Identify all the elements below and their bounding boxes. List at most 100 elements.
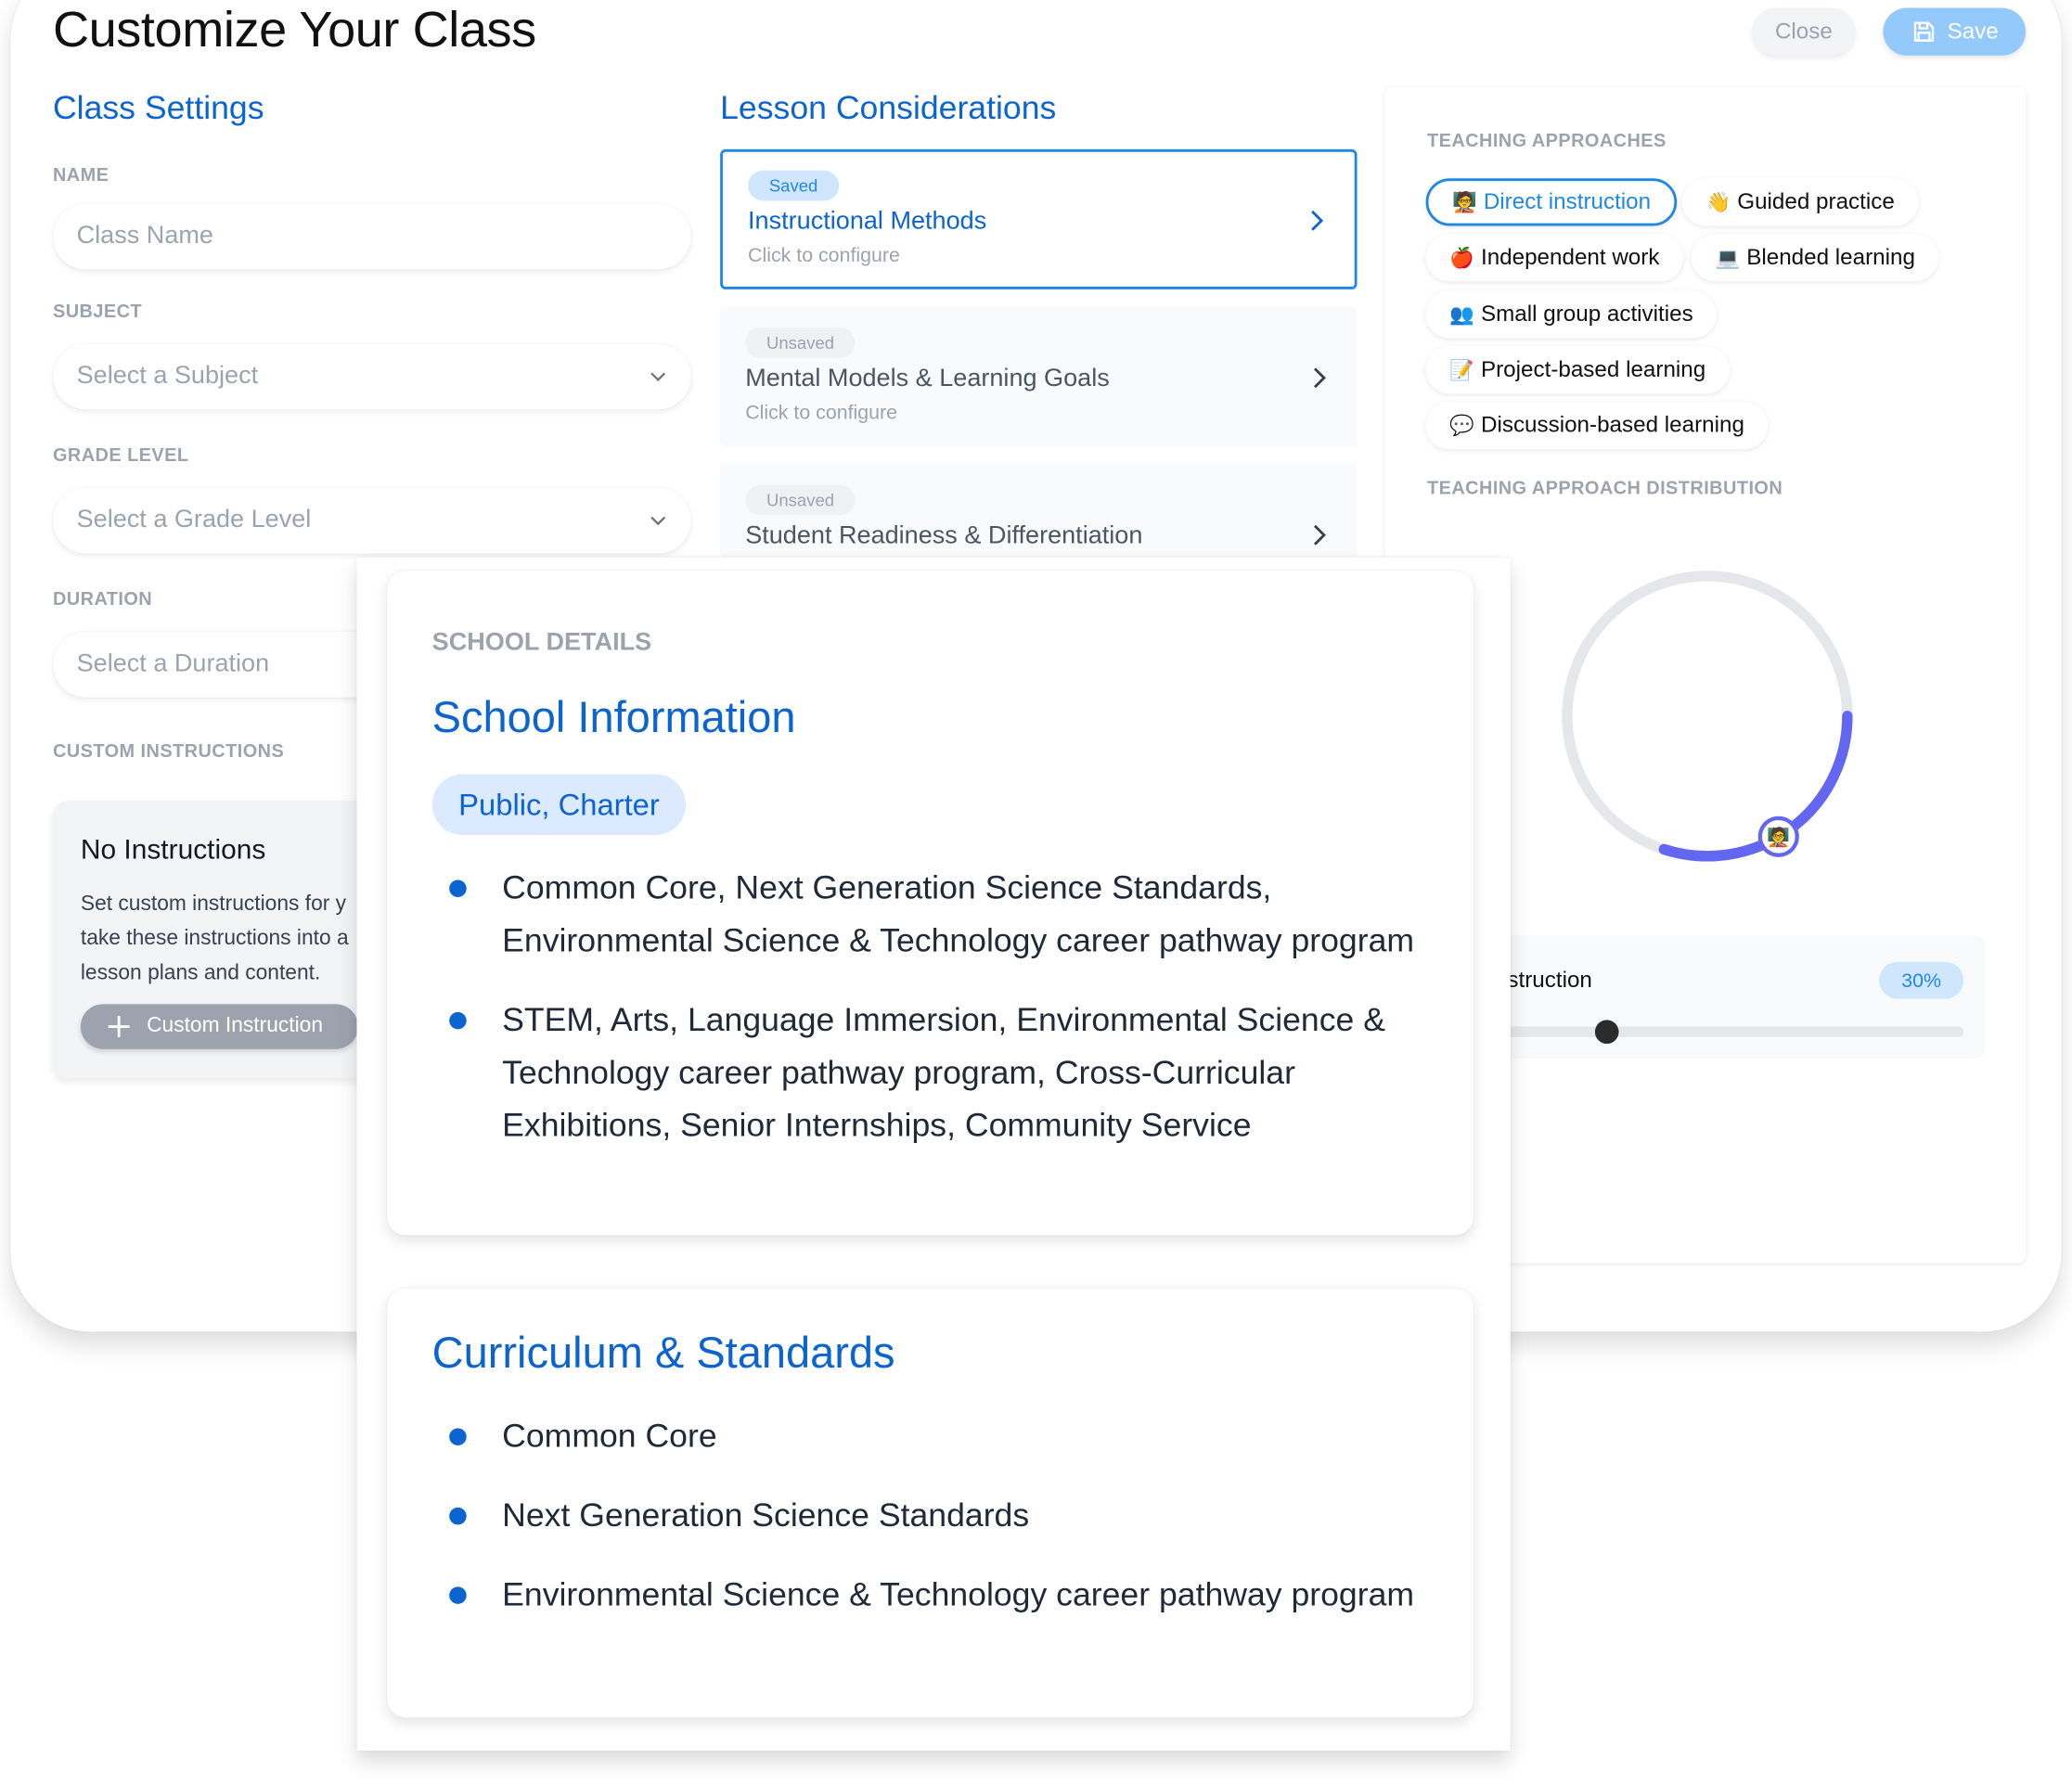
distribution-ring: 🧑‍🏫 <box>1562 571 1853 862</box>
status-badge: Unsaved <box>745 327 856 358</box>
chevron-right-icon <box>1311 210 1324 231</box>
duration-label: DURATION <box>52 587 153 610</box>
list-item-text: Next Generation Science Standards <box>502 1496 1030 1535</box>
chip-label: Guided practice <box>1737 188 1895 214</box>
status-badge: Unsaved <box>745 484 856 516</box>
teacher-icon: 🧑‍🏫 <box>1452 191 1477 214</box>
stage: Customize Your Class Close Save Class Se… <box>0 0 2072 1785</box>
close-button-label: Close <box>1774 18 1833 44</box>
chevron-down-icon <box>650 372 666 382</box>
list-item: Common Core <box>432 1410 1436 1463</box>
chevron-down-icon <box>650 516 666 526</box>
chip-direct-instruction[interactable]: 🧑‍🏫 Direct instruction <box>1425 178 1678 226</box>
save-icon <box>1913 21 1934 42</box>
chip-label: Blended learning <box>1746 244 1915 270</box>
save-button-label: Save <box>1947 18 1999 44</box>
chip-label: Discussion-based learning <box>1480 412 1744 438</box>
school-type-badge: Public, Charter <box>431 774 687 836</box>
chip-small-group-activities[interactable]: 👥 Small group activities <box>1425 290 1718 339</box>
chip-label: Direct instruction <box>1483 188 1652 214</box>
list-item-text: STEM, Arts, Language Immersion, Environm… <box>502 1001 1385 1145</box>
school-information-title: School Information <box>431 692 796 741</box>
waving-hand-icon: 👋 <box>1705 191 1731 214</box>
apple-icon: 🍎 <box>1449 247 1474 270</box>
bullet-dot <box>449 880 467 897</box>
lesson-considerations-heading: Lesson Considerations <box>720 89 1057 127</box>
plus-icon <box>108 1016 130 1037</box>
chip-discussion-based-learning[interactable]: 💬 Discussion-based learning <box>1425 401 1769 450</box>
distribution-heading: TEACHING APPROACH DISTRIBUTION <box>1427 477 1783 498</box>
name-label: NAME <box>52 163 109 186</box>
text-line: Set custom instructions for y <box>80 892 347 916</box>
chip-project-based-learning[interactable]: 📝 Project-based learning <box>1425 346 1730 394</box>
add-custom-instruction-label: Custom Instruction <box>147 1014 324 1037</box>
bullet-dot <box>449 1507 467 1525</box>
percentage-badge: 30% <box>1879 961 1964 999</box>
list-item: STEM, Arts, Language Immersion, Environm… <box>432 994 1436 1152</box>
lesson-item-subtitle: Click to configure <box>748 244 900 267</box>
subject-label: SUBJECT <box>52 300 143 322</box>
teaching-approaches-heading: TEACHING APPROACHES <box>1427 129 1667 151</box>
subject-select[interactable]: Select a Subject <box>52 343 691 410</box>
custom-instructions-panel: No Instructions Set custom instructions … <box>52 801 398 1079</box>
chip-label: Project-based learning <box>1480 356 1706 382</box>
grade-level-placeholder: Select a Grade Level <box>76 506 312 534</box>
lesson-item-student-readiness[interactable]: Unsaved Student Readiness & Differentiat… <box>720 463 1358 558</box>
ring-handle[interactable]: 🧑‍🏫 <box>1757 815 1799 857</box>
no-instructions-title: No Instructions <box>80 835 266 866</box>
speech-bubble-icon: 💬 <box>1449 415 1474 438</box>
class-name-placeholder: Class Name <box>76 222 213 250</box>
ring-arc-direct-instruction <box>1658 711 1853 862</box>
people-icon: 👥 <box>1449 303 1474 327</box>
lesson-item-instructional-methods[interactable]: Saved Instructional Methods Click to con… <box>720 148 1358 289</box>
save-button[interactable]: Save <box>1883 7 2027 56</box>
grade-level-select[interactable]: Select a Grade Level <box>52 487 691 554</box>
list-item-text: Common Core <box>502 1418 717 1455</box>
list-item-text: Common Core, Next Generation Science Sta… <box>502 869 1415 959</box>
chevron-right-icon <box>1313 367 1326 389</box>
school-details-list: Common Core, Next Generation Science Sta… <box>432 862 1436 1152</box>
lesson-item-title: Student Readiness & Differentiation <box>745 521 1143 550</box>
chip-blended-learning[interactable]: 💻 Blended learning <box>1691 234 1939 282</box>
bullet-dot <box>449 1428 467 1445</box>
curriculum-list: Common Core Next Generation Science Stan… <box>432 1410 1436 1622</box>
text-line: take these instructions into a <box>80 927 349 950</box>
grade-level-label: GRADE LEVEL <box>52 443 189 466</box>
lesson-item-title: Mental Models & Learning Goals <box>745 365 1110 392</box>
close-button[interactable]: Close <box>1752 7 1856 56</box>
text-line: lesson plans and content. <box>80 961 321 984</box>
chip-label: Independent work <box>1480 244 1660 270</box>
list-item-text: Environmental Science & Technology caree… <box>502 1575 1415 1613</box>
list-item: Next Generation Science Standards <box>432 1489 1436 1542</box>
no-instructions-text: Set custom instructions for y take these… <box>81 888 398 991</box>
status-badge: Saved <box>748 170 840 201</box>
custom-instructions-label: CUSTOM INSTRUCTIONS <box>52 739 285 762</box>
laptop-icon: 💻 <box>1715 247 1741 270</box>
teacher-icon: 🧑‍🏫 <box>1767 826 1790 848</box>
school-info-overlay: SCHOOL DETAILS School Information Public… <box>356 557 1511 1751</box>
lesson-item-mental-models[interactable]: Unsaved Mental Models & Learning Goals C… <box>720 306 1358 447</box>
chip-guided-practice[interactable]: 👋 Guided practice <box>1681 178 1919 226</box>
curriculum-standards-card: Curriculum & Standards Common Core Next … <box>387 1288 1474 1718</box>
duration-placeholder: Select a Duration <box>76 649 270 678</box>
page-title: Customize Your Class <box>52 2 536 58</box>
lesson-item-subtitle: Click to configure <box>745 401 898 425</box>
chip-label: Small group activities <box>1480 301 1693 327</box>
school-information-card: SCHOOL DETAILS School Information Public… <box>387 571 1474 1236</box>
slider-thumb[interactable] <box>1594 1020 1619 1045</box>
curriculum-title: Curriculum & Standards <box>431 1328 895 1377</box>
add-custom-instruction-button[interactable]: Custom Instruction <box>80 1004 358 1049</box>
memo-icon: 📝 <box>1449 359 1474 382</box>
bullet-dot <box>449 1011 467 1030</box>
list-item: Common Core, Next Generation Science Sta… <box>432 862 1436 968</box>
slider-track[interactable] <box>1453 1026 1964 1037</box>
lesson-item-title: Instructional Methods <box>748 207 987 236</box>
school-details-eyebrow: SCHOOL DETAILS <box>431 628 652 657</box>
chevron-right-icon <box>1313 524 1326 546</box>
subject-placeholder: Select a Subject <box>76 362 259 391</box>
class-settings-heading: Class Settings <box>52 89 264 127</box>
bullet-dot <box>449 1586 467 1604</box>
chip-independent-work[interactable]: 🍎 Independent work <box>1425 234 1684 282</box>
class-name-input[interactable]: Class Name <box>52 203 691 270</box>
approach-slider-panel: ect instruction 30% <box>1453 935 1985 1059</box>
